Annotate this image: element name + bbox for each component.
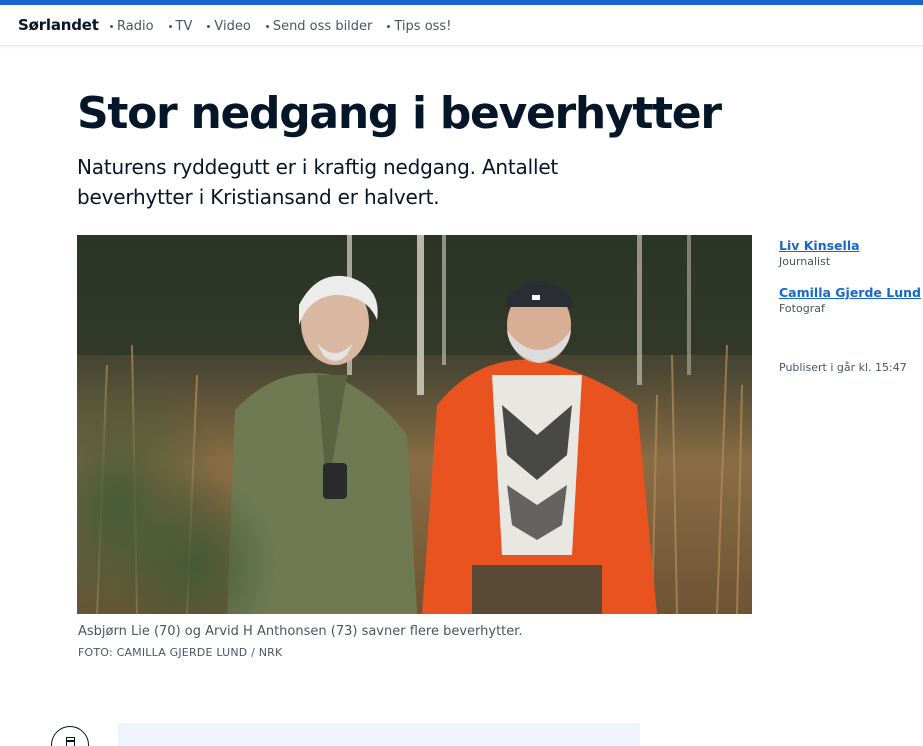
article-headline: Stor nedgang i beverhytter — [77, 88, 722, 139]
brand-logo-link[interactable]: Sørlandet — [18, 16, 99, 34]
nav-link-tv[interactable]: TV — [168, 19, 193, 34]
bullet-icon — [110, 25, 113, 28]
bullet-icon — [168, 25, 172, 28]
nav-link-label: Radio — [117, 19, 154, 34]
bullet-icon — [387, 25, 391, 28]
nav-link-radio[interactable]: Radio — [110, 19, 154, 34]
byline-name-link[interactable]: Camilla Gjerde Lund — [779, 285, 921, 300]
nav-link-send-bilder[interactable]: Send oss bilder — [265, 19, 373, 34]
byline-author: Liv Kinsella Journalist — [779, 238, 919, 268]
nav-link-label: Send oss bilder — [272, 19, 373, 34]
info-box — [118, 723, 640, 746]
bullet-icon — [265, 25, 269, 28]
byline-name-link[interactable]: Liv Kinsella — [779, 238, 919, 253]
photo-credit: FOTO: CAMILLA GJERDE LUND / NRK — [78, 646, 283, 659]
photo-caption: Asbjørn Lie (70) og Arvid H Anthonsen (7… — [78, 624, 523, 639]
byline-role: Journalist — [779, 255, 831, 268]
nav-link-tips[interactable]: Tips oss! — [387, 19, 451, 34]
nav-link-label: TV — [175, 19, 193, 34]
bullet-icon — [207, 25, 211, 28]
bookmark-button[interactable] — [51, 726, 89, 746]
nav-link-label: Tips oss! — [394, 19, 452, 34]
main-nav: Radio TV Video Send oss bilder Tips oss! — [110, 19, 466, 34]
photo-illustration — [77, 235, 752, 614]
nav-link-label: Video — [214, 19, 251, 34]
article-lead: Naturens ryddegutt er i kraftig nedgang.… — [77, 155, 559, 209]
byline-role: Fotograf — [779, 302, 825, 315]
article-photo[interactable] — [77, 235, 752, 614]
site-header: Sørlandet Radio TV Video Send oss bilder… — [0, 5, 923, 46]
nav-link-video[interactable]: Video — [207, 19, 251, 34]
byline-photographer: Camilla Gjerde Lund Fotograf — [779, 285, 921, 315]
published-timestamp: Publisert i går kl. 15:47 — [779, 361, 907, 374]
bookmark-icon — [65, 737, 75, 746]
